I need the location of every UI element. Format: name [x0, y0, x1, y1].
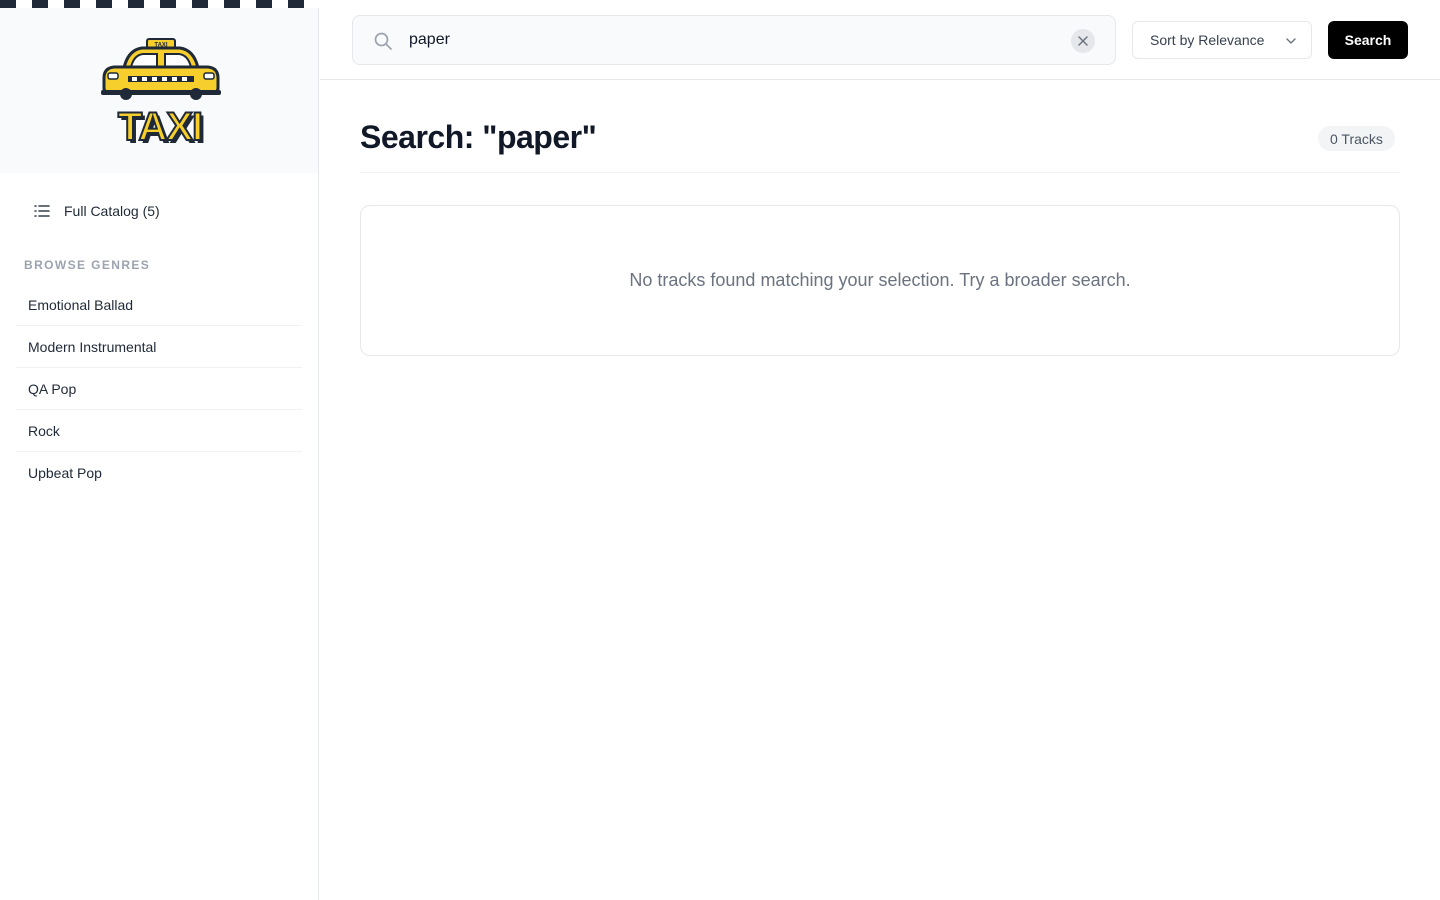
genre-item-upbeat-pop[interactable]: Upbeat Pop — [16, 452, 302, 494]
checker-square — [192, 0, 208, 8]
checker-square — [80, 0, 96, 8]
taxi-logo[interactable]: TAXI TAXI TAXI — [98, 36, 224, 152]
checker-square — [32, 0, 48, 8]
checker-square — [272, 0, 288, 8]
checker-square — [176, 0, 192, 8]
genre-list: Emotional Ballad Modern Instrumental QA … — [16, 284, 302, 494]
close-icon — [1078, 36, 1088, 46]
checker-square — [16, 0, 32, 8]
search-icon — [374, 32, 392, 50]
empty-results-message: No tracks found matching your selection.… — [629, 270, 1131, 290]
search-box — [352, 15, 1116, 65]
genre-item-emotional-ballad[interactable]: Emotional Ballad — [16, 284, 302, 326]
sort-label: Sort by Relevance — [1150, 32, 1265, 48]
chevron-down-icon — [1286, 38, 1296, 44]
track-count-badge: 0 Tracks — [1318, 126, 1395, 151]
top-bar: Sort by Relevance Search — [320, 0, 1440, 80]
checker-square — [0, 0, 16, 8]
genre-item-rock[interactable]: Rock — [16, 410, 302, 452]
checker-square — [240, 0, 256, 8]
sort-select[interactable]: Sort by Relevance — [1132, 21, 1312, 59]
full-catalog-link[interactable]: Full Catalog (5) — [16, 193, 302, 229]
clear-search-button[interactable] — [1071, 29, 1095, 53]
full-catalog-label: Full Catalog (5) — [64, 203, 160, 219]
list-icon — [34, 205, 50, 217]
checker-square — [112, 0, 128, 8]
brand-header: TAXI TAXI TAXI — [0, 0, 319, 173]
checker-square — [208, 0, 224, 8]
title-divider — [360, 172, 1400, 173]
search-input[interactable] — [409, 26, 1049, 54]
checker-square — [304, 0, 319, 8]
checker-square — [96, 0, 112, 8]
checker-square — [256, 0, 272, 8]
logo-text-fill: TAXI — [118, 105, 202, 149]
genre-item-qa-pop[interactable]: QA Pop — [16, 368, 302, 410]
checker-square — [144, 0, 160, 8]
browse-genres-heading: BROWSE GENRES — [24, 258, 151, 272]
search-button[interactable]: Search — [1328, 21, 1408, 59]
empty-results-card: No tracks found matching your selection.… — [360, 205, 1400, 356]
checker-square — [64, 0, 80, 8]
sidebar: TAXI TAXI TAXI Full Catalog (5) BROWSE G… — [0, 0, 319, 900]
page-title: Search: "paper" — [360, 119, 597, 155]
checker-square — [48, 0, 64, 8]
checker-square — [128, 0, 144, 8]
checker-square — [224, 0, 240, 8]
checker-square — [288, 0, 304, 8]
checker-square — [160, 0, 176, 8]
checker-stripe — [0, 0, 319, 8]
genre-item-modern-instrumental[interactable]: Modern Instrumental — [16, 326, 302, 368]
